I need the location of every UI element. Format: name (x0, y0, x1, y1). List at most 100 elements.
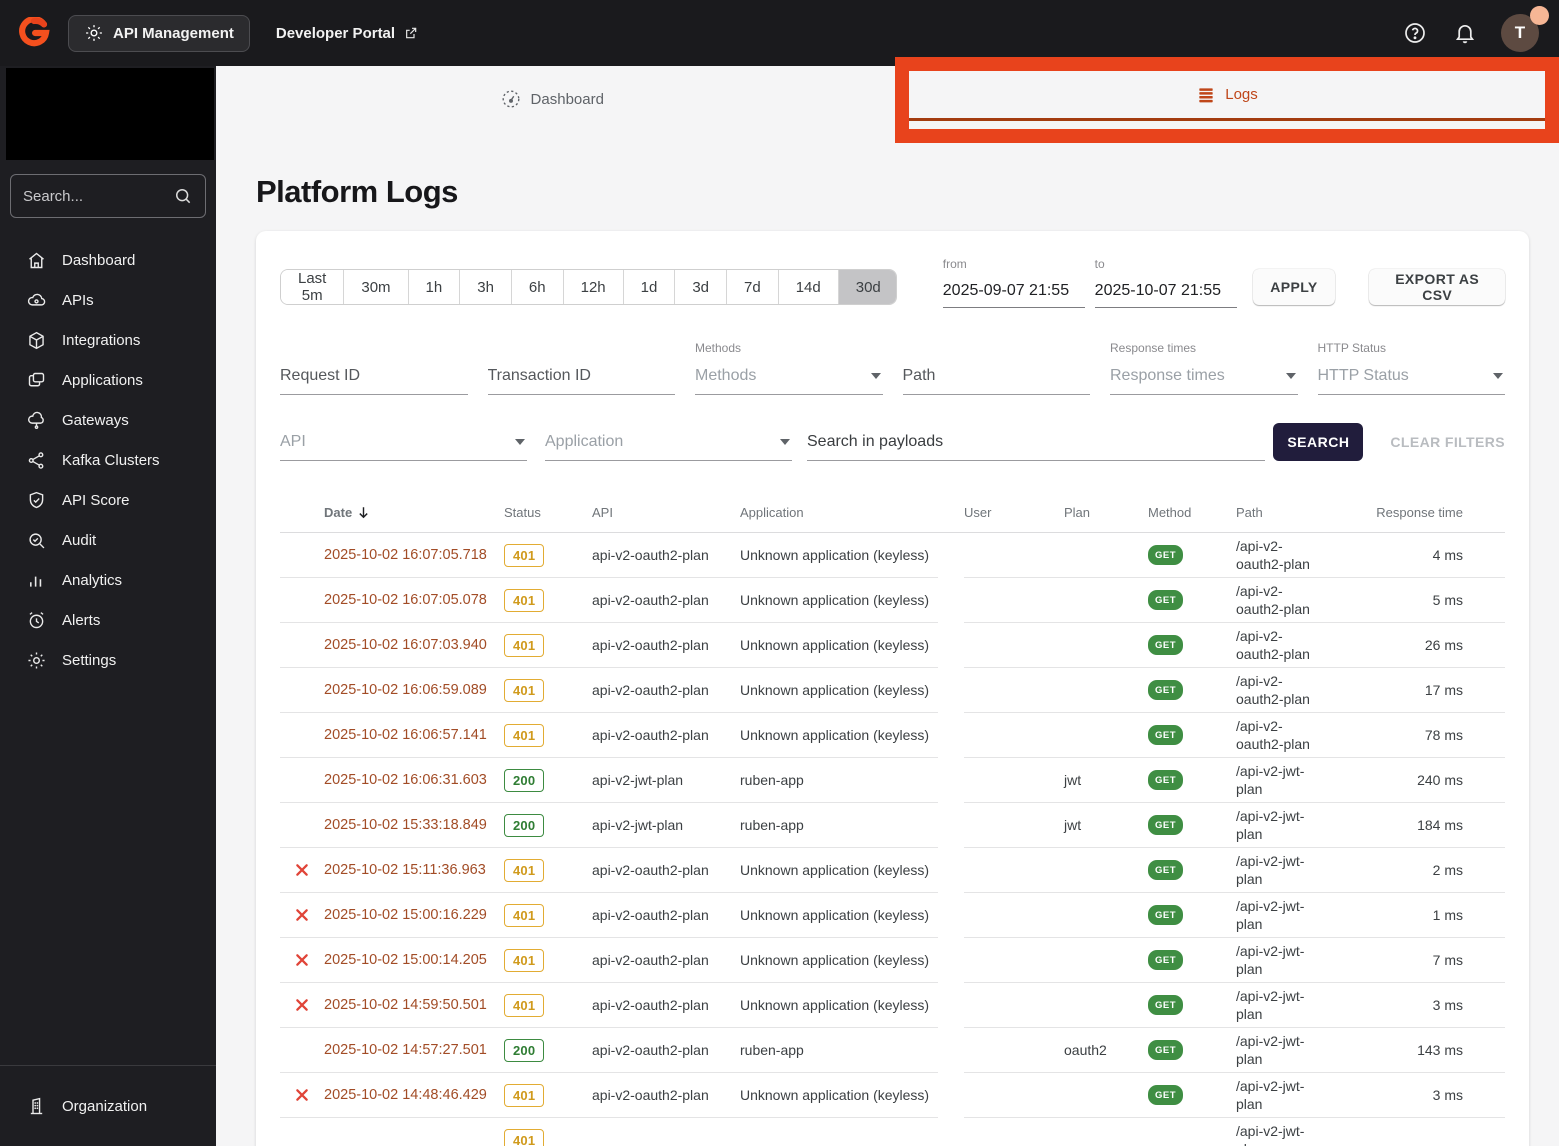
time-range-button[interactable]: 12h (563, 270, 624, 304)
time-range-button[interactable]: 1h (408, 270, 461, 304)
transaction-id-field[interactable] (487, 341, 675, 395)
payload-search-input[interactable] (807, 432, 1264, 451)
sidebar-item-dashboard[interactable]: Dashboard (0, 240, 216, 280)
time-range-button[interactable]: 30d (838, 270, 896, 304)
developer-portal-link[interactable]: Developer Portal (276, 25, 419, 42)
table-row[interactable]: 2025-10-02 16:06:57.141 401 api-v2-oauth… (280, 713, 1505, 758)
column-header-user[interactable]: User (964, 493, 1064, 533)
log-date-link[interactable]: 2025-10-02 16:06:59.089 (324, 668, 504, 713)
to-date-value[interactable]: 2025-10-07 21:55 (1094, 274, 1237, 308)
log-date-link[interactable]: 2025-10-02 16:06:31.603 (324, 758, 504, 803)
column-header-api[interactable]: API (592, 493, 740, 533)
help-icon[interactable] (1403, 21, 1427, 45)
log-date-link[interactable]: 2025-10-02 15:00:16.229 (324, 893, 504, 938)
table-row[interactable]: 2025-10-02 15:00:16.229 401 api-v2-oauth… (280, 893, 1505, 938)
time-range-button[interactable]: 3d (675, 270, 728, 304)
status-badge: 401 (504, 1128, 545, 1146)
sidebar-item-applications[interactable]: Applications (0, 360, 216, 400)
sidebar-item-apis[interactable]: APIs (0, 280, 216, 320)
tab-dashboard[interactable]: Dashboard (216, 66, 888, 132)
table-row[interactable]: 2025-10-02 15:00:14.205 401 api-v2-oauth… (280, 938, 1505, 983)
column-header-date[interactable]: Date (324, 493, 504, 533)
sidebar-item-audit[interactable]: Audit (0, 520, 216, 560)
column-header-method[interactable]: Method (1148, 493, 1236, 533)
column-header-response-time[interactable]: Response time (1358, 493, 1505, 533)
table-row[interactable]: 2025-10-02 16:07:05.718 401 api-v2-oauth… (280, 533, 1505, 578)
sidebar-item-label: Integrations (62, 331, 141, 349)
sidebar-item-api-score[interactable]: API Score (0, 480, 216, 520)
api-select[interactable]: API (280, 424, 527, 461)
table-row[interactable]: 2025-10-02 16:06:59.089 401 api-v2-oauth… (280, 668, 1505, 713)
from-date-value[interactable]: 2025-09-07 21:55 (942, 274, 1085, 308)
column-header-plan[interactable]: Plan (1064, 493, 1148, 533)
log-date-link[interactable]: 2025-10-02 14:48:46.429 (324, 1073, 504, 1118)
sidebar-item-organization[interactable]: Organization (0, 1086, 216, 1126)
table-row[interactable]: 2025-10-02 14:59:50.501 401 api-v2-oauth… (280, 983, 1505, 1028)
table-row[interactable]: 2025-10-02 15:11:36.963 401 api-v2-oauth… (280, 848, 1505, 893)
sidebar-item-settings[interactable]: Settings (0, 640, 216, 680)
response-times-select[interactable]: Response times Response times (1110, 341, 1298, 395)
request-id-field[interactable] (280, 341, 468, 395)
log-application: Unknown application (keyless) (740, 668, 938, 713)
path-input[interactable] (902, 367, 1088, 385)
table-row[interactable]: 2025-10-02 16:07:03.940 401 api-v2-oauth… (280, 623, 1505, 668)
network-icon (26, 450, 47, 471)
log-date-link[interactable]: 2025-10-02 14:57:27.501 (324, 1028, 504, 1073)
table-row[interactable]: 2025-10-02 15:33:18.849 200 api-v2-jwt-p… (280, 803, 1505, 848)
gravitee-logo-icon[interactable] (14, 13, 54, 53)
method-badge: GET (1148, 545, 1184, 565)
to-date-field[interactable]: to 2025-10-07 21:55 (1094, 257, 1237, 308)
table-row[interactable]: 2025-10-02 16:06:31.603 200 api-v2-jwt-p… (280, 758, 1505, 803)
search-button[interactable]: SEARCH (1273, 423, 1364, 461)
log-plan: jwt (1064, 758, 1148, 803)
table-row[interactable]: 2025-10-02 14:57:27.501 200 api-v2-oauth… (280, 1028, 1505, 1073)
time-range-button[interactable]: 14d (778, 270, 839, 304)
log-date-link[interactable]: 2025-10-02 16:06:57.141 (324, 713, 504, 758)
sidebar-item-kafka-clusters[interactable]: Kafka Clusters (0, 440, 216, 480)
log-date-link[interactable]: 2025-10-02 15:00:14.205 (324, 938, 504, 983)
application-select[interactable]: Application (545, 424, 792, 461)
time-range-button[interactable]: 30m (344, 270, 409, 304)
sidebar-search[interactable] (10, 174, 206, 218)
http-status-select[interactable]: HTTP Status HTTP Status (1317, 341, 1505, 395)
notifications-bell-icon[interactable] (1453, 21, 1477, 45)
clear-filters-button[interactable]: CLEAR FILTERS (1390, 434, 1505, 450)
time-range-button[interactable]: 7d (727, 270, 779, 304)
sidebar-search-input[interactable] (23, 187, 165, 205)
column-header-application[interactable]: Application (740, 493, 938, 533)
time-range-button[interactable]: 1d (623, 270, 676, 304)
sidebar-item-gateways[interactable]: Gateways (0, 400, 216, 440)
sidebar-item-analytics[interactable]: Analytics (0, 560, 216, 600)
column-header-path[interactable]: Path (1236, 493, 1358, 533)
log-date-link[interactable]: 2025-10-02 16:07:05.718 (324, 533, 504, 578)
request-id-input[interactable] (280, 367, 466, 385)
table-row[interactable]: 2025-10-02 14:48:46.429 401 api-v2-oauth… (280, 1073, 1505, 1118)
from-date-field[interactable]: from 2025-09-07 21:55 (942, 257, 1085, 308)
table-row[interactable]: 401 /api-v2-jwt-plan (280, 1118, 1505, 1146)
log-response-time: 2 ms (1358, 848, 1505, 893)
avatar-initial: T (1514, 23, 1526, 42)
time-range-button[interactable]: 6h (511, 270, 564, 304)
log-date-link[interactable]: 2025-10-02 16:07:05.078 (324, 578, 504, 623)
log-path: /api-v2-oauth2-plan (1236, 668, 1358, 713)
time-range-button[interactable]: 3h (460, 270, 512, 304)
path-field[interactable] (902, 341, 1090, 395)
log-date-link[interactable]: 2025-10-02 16:07:03.940 (324, 623, 504, 668)
export-csv-button[interactable]: EXPORT AS CSV (1369, 269, 1505, 305)
log-date-link[interactable]: 2025-10-02 15:11:36.963 (324, 848, 504, 893)
apply-button[interactable]: APPLY (1252, 269, 1336, 305)
sidebar-item-alerts[interactable]: Alerts (0, 600, 216, 640)
table-row[interactable]: 2025-10-02 16:07:05.078 401 api-v2-oauth… (280, 578, 1505, 623)
tab-logs[interactable]: Logs (909, 71, 1545, 118)
transaction-id-input[interactable] (487, 367, 673, 385)
column-header-status[interactable]: Status (504, 493, 592, 533)
status-badge: 401 (504, 903, 545, 927)
app-switcher-button[interactable]: API Management (68, 14, 250, 52)
log-date-link[interactable]: 2025-10-02 15:33:18.849 (324, 803, 504, 848)
methods-select[interactable]: Methods Methods (695, 341, 883, 395)
log-date-link[interactable]: 2025-10-02 14:59:50.501 (324, 983, 504, 1028)
sidebar-item-integrations[interactable]: Integrations (0, 320, 216, 360)
payload-search-field[interactable] (807, 424, 1266, 461)
log-date-link[interactable] (324, 1118, 504, 1146)
time-range-button[interactable]: Last 5m (281, 270, 345, 304)
